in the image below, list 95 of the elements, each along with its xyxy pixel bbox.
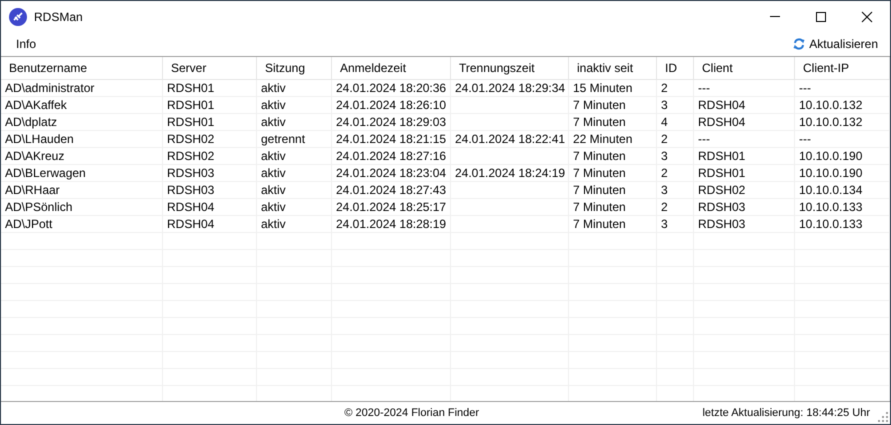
table-cell: getrennt bbox=[257, 131, 332, 147]
column-header[interactable]: Anmeldezeit bbox=[336, 61, 410, 75]
table-cell: --- bbox=[795, 131, 890, 147]
table-cell: aktiv bbox=[257, 114, 332, 130]
table-cell: 10.10.0.133 bbox=[795, 199, 890, 215]
table-cell: aktiv bbox=[257, 182, 332, 198]
table-cell: RDSH04 bbox=[694, 97, 795, 113]
table-cell: --- bbox=[694, 80, 795, 96]
table-cell: 24.01.2024 18:28:19 bbox=[332, 216, 451, 232]
table-cell: aktiv bbox=[257, 165, 332, 181]
table-cell: 7 Minuten bbox=[569, 165, 657, 181]
table-cell: aktiv bbox=[257, 80, 332, 96]
table-cell: RDSH03 bbox=[163, 182, 257, 198]
table-cell: 2 bbox=[657, 199, 694, 215]
table-cell: RDSH01 bbox=[694, 165, 795, 181]
table-cell: 7 Minuten bbox=[569, 148, 657, 164]
table-cell: 10.10.0.132 bbox=[795, 114, 890, 130]
table-cell: 24.01.2024 18:29:34 bbox=[451, 80, 569, 96]
table-cell: RDSH01 bbox=[163, 80, 257, 96]
table-cell: 24.01.2024 18:22:41 bbox=[451, 131, 569, 147]
table-cell: RDSH02 bbox=[163, 148, 257, 164]
refresh-icon bbox=[793, 38, 806, 50]
refresh-button[interactable]: Aktualisieren bbox=[789, 34, 882, 54]
table-cell: RDSH04 bbox=[694, 114, 795, 130]
table-cell: aktiv bbox=[257, 216, 332, 232]
table-cell: 24.01.2024 18:26:10 bbox=[332, 97, 451, 113]
table-cell: RDSH04 bbox=[163, 199, 257, 215]
close-icon bbox=[861, 10, 873, 22]
table-cell: AD\PSönlich bbox=[1, 199, 163, 215]
column-header[interactable]: ID bbox=[661, 61, 681, 75]
table-cell: aktiv bbox=[257, 148, 332, 164]
table-cell: 15 Minuten bbox=[569, 80, 657, 96]
table-cell: RDSH03 bbox=[694, 216, 795, 232]
column-header[interactable]: inaktiv seit bbox=[573, 61, 638, 75]
table-cell: RDSH04 bbox=[163, 216, 257, 232]
table-cell: RDSH02 bbox=[163, 131, 257, 147]
table-cell: 2 bbox=[657, 165, 694, 181]
copyright-text: © 2020-2024 Florian Finder bbox=[344, 407, 480, 419]
resize-grip-icon[interactable] bbox=[877, 411, 888, 422]
table-cell: 10.10.0.190 bbox=[795, 148, 890, 164]
table-cell: AD\RHaar bbox=[1, 182, 163, 198]
table-cell: aktiv bbox=[257, 97, 332, 113]
table-cell: 4 bbox=[657, 114, 694, 130]
table-cell: 24.01.2024 18:20:36 bbox=[332, 80, 451, 96]
table-cell: AD\AKaffek bbox=[1, 97, 163, 113]
table-cell: 24.01.2024 18:27:43 bbox=[332, 182, 451, 198]
window-title: RDSMan bbox=[34, 10, 84, 24]
app-icon bbox=[9, 8, 27, 26]
table-cell: --- bbox=[694, 131, 795, 147]
table-cell: 2 bbox=[657, 80, 694, 96]
table-cell: AD\administrator bbox=[1, 80, 163, 96]
table-cell: 7 Minuten bbox=[569, 97, 657, 113]
table-cell: 10.10.0.134 bbox=[795, 182, 890, 198]
last-update-text: letzte Aktualisierung: 18:44:25 Uhr bbox=[702, 407, 870, 419]
table-cell: 3 bbox=[657, 97, 694, 113]
column-header[interactable]: Trennungszeit bbox=[455, 61, 539, 75]
table-cell: 2 bbox=[657, 131, 694, 147]
column-header[interactable]: Sitzung bbox=[261, 61, 310, 75]
table-cell: AD\AKreuz bbox=[1, 148, 163, 164]
table-cell: RDSH01 bbox=[694, 148, 795, 164]
table-cell: 7 Minuten bbox=[569, 114, 657, 130]
minimize-icon bbox=[770, 16, 780, 17]
table-cell: 24.01.2024 18:27:16 bbox=[332, 148, 451, 164]
table-cell: 7 Minuten bbox=[569, 216, 657, 232]
table-cell: 24.01.2024 18:29:03 bbox=[332, 114, 451, 130]
table-cell: RDSH01 bbox=[163, 114, 257, 130]
table-cell: 10.10.0.190 bbox=[795, 165, 890, 181]
table-cell: 3 bbox=[657, 216, 694, 232]
table-cell: 24.01.2024 18:23:04 bbox=[332, 165, 451, 181]
column-header[interactable]: Benutzername bbox=[5, 61, 92, 75]
table-cell: 10.10.0.133 bbox=[795, 216, 890, 232]
table-cell: aktiv bbox=[257, 199, 332, 215]
menu-item[interactable]: Info bbox=[9, 34, 44, 54]
table-cell: 24.01.2024 18:24:19 bbox=[451, 165, 569, 181]
table-cell: 7 Minuten bbox=[569, 182, 657, 198]
table-cell: AD\LHauden bbox=[1, 131, 163, 147]
table-cell: RDSH03 bbox=[694, 199, 795, 215]
table-cell: RDSH01 bbox=[163, 97, 257, 113]
table-cell: RDSH02 bbox=[694, 182, 795, 198]
table-cell: RDSH03 bbox=[163, 165, 257, 181]
table-cell: AD\dplatz bbox=[1, 114, 163, 130]
table-cell: 24.01.2024 18:25:17 bbox=[332, 199, 451, 215]
table-cell: --- bbox=[795, 80, 890, 96]
table-cell: 7 Minuten bbox=[569, 199, 657, 215]
table-cell: 3 bbox=[657, 182, 694, 198]
table-cell: 3 bbox=[657, 148, 694, 164]
table-cell: AD\BLerwagen bbox=[1, 165, 163, 181]
table-cell: 10.10.0.132 bbox=[795, 97, 890, 113]
table-cell: 24.01.2024 18:21:15 bbox=[332, 131, 451, 147]
column-header[interactable]: Client-IP bbox=[799, 61, 854, 75]
table-cell: 22 Minuten bbox=[569, 131, 657, 147]
maximize-icon bbox=[815, 10, 827, 22]
column-header[interactable]: Server bbox=[167, 61, 210, 75]
table-cell: AD\JPott bbox=[1, 216, 163, 232]
column-header[interactable]: Client bbox=[698, 61, 737, 75]
